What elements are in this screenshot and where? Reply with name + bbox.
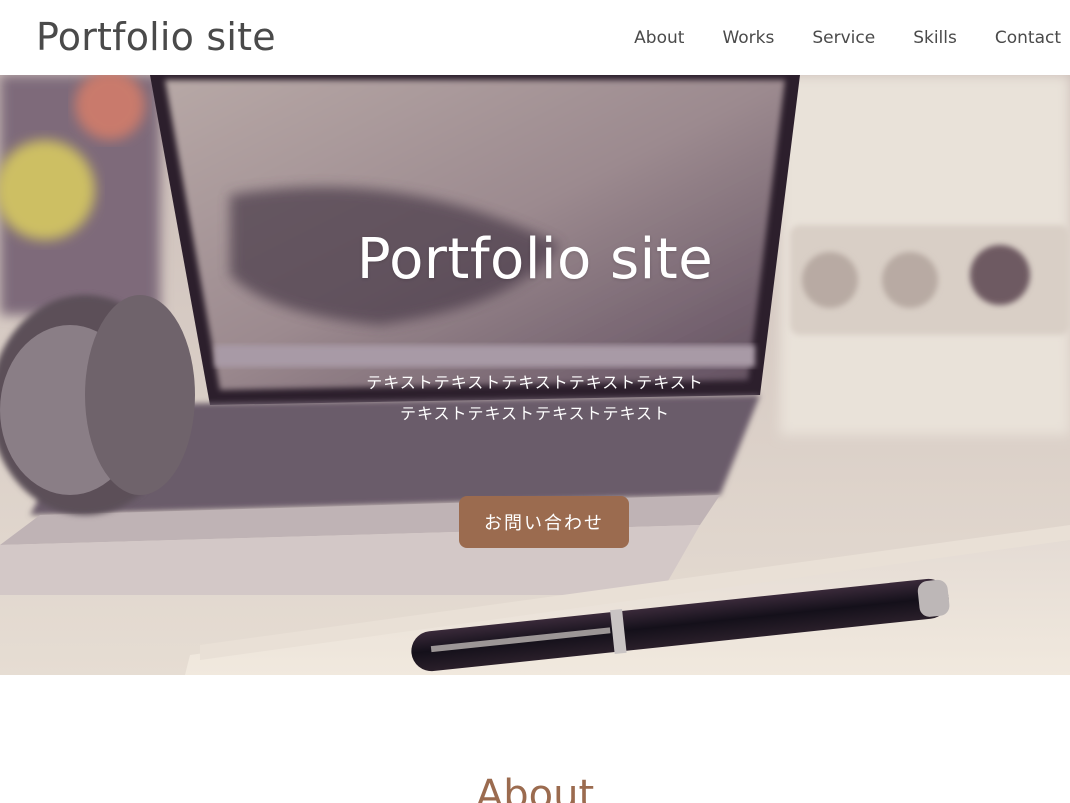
nav-link-works[interactable]: Works — [722, 28, 774, 48]
about-heading: About — [475, 772, 595, 803]
nav-link-service[interactable]: Service — [812, 28, 875, 48]
nav-link-about[interactable]: About — [634, 28, 684, 48]
nav-link-skills[interactable]: Skills — [913, 28, 957, 48]
hero-content: Portfolio site テキストテキストテキストテキストテキストテキストテ… — [0, 75, 1070, 675]
hero-description: テキストテキストテキストテキストテキストテキストテキストテキストテキスト — [366, 373, 704, 423]
hero-section: Portfolio site テキストテキストテキストテキストテキストテキストテ… — [0, 75, 1070, 675]
nav-link-contact[interactable]: Contact — [995, 28, 1061, 48]
site-header: Portfolio site About Works Service Skill… — [0, 0, 1070, 75]
site-title[interactable]: Portfolio site — [36, 15, 276, 59]
contact-button[interactable]: お問い合わせ — [459, 496, 629, 548]
main-nav: About Works Service Skills Contact — [596, 28, 1061, 48]
hero-title: Portfolio site — [356, 227, 714, 292]
